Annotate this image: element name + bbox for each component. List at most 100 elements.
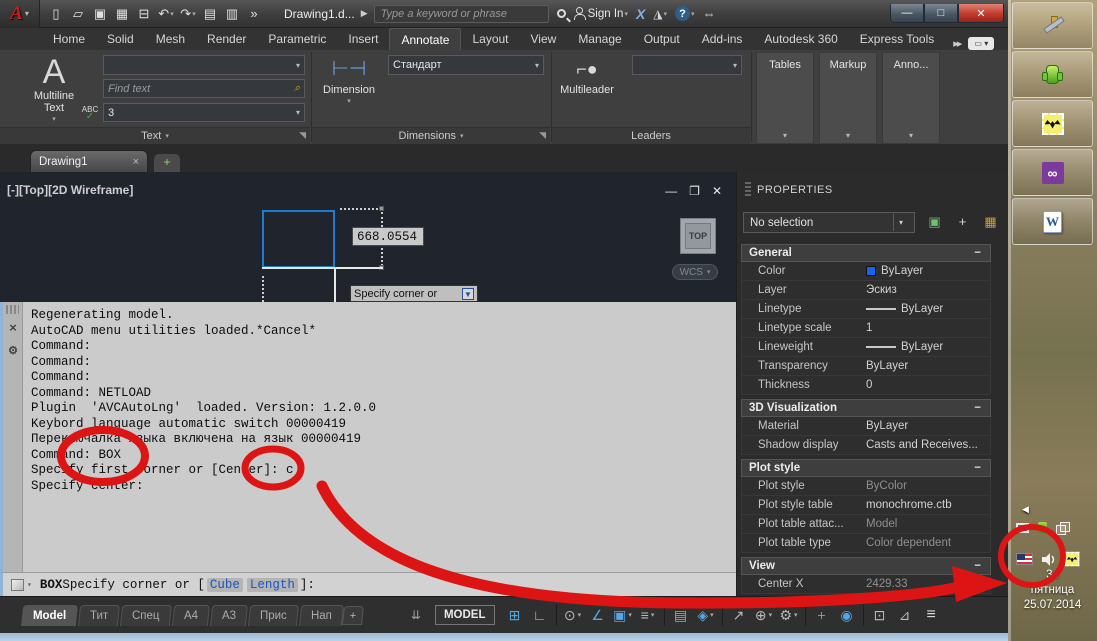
section-header-3d-visualization[interactable]: 3D Visualization− [741,399,991,417]
text-panel-footer[interactable]: Text▾ ◥ [0,127,310,144]
property-row-color[interactable]: ColorByLayer [741,262,991,281]
section-header-plot-style[interactable]: Plot style− [741,459,991,477]
viewport-controls-label[interactable]: [-][Top][2D Wireframe] [7,183,133,197]
property-row-plot-style-table[interactable]: Plot style tablemonochrome.ctb [741,496,991,515]
workspace-a-icon[interactable]: ▤ [200,4,220,24]
taskbar-button-qip[interactable] [1012,51,1093,98]
multiline-text-button[interactable]: A Multiline Text ▾ [28,54,80,123]
new-file-icon[interactable]: ▯ [46,4,66,24]
object-snap-icon[interactable]: ∠ [586,602,610,628]
file-tab-drawing1[interactable]: Drawing1 × [30,150,148,172]
crosshair-icon[interactable]: + [810,602,834,628]
dialog-launcher-icon[interactable]: ◥ [539,130,546,141]
layout-tab-model[interactable]: Model [21,605,78,626]
property-row-lineweight[interactable]: LineweightByLayer [741,338,991,357]
help-button[interactable]: ?▾ [675,6,695,21]
ribbon-tab-express-tools[interactable]: Express Tools [849,28,945,50]
collapse-icon[interactable]: − [974,462,981,474]
application-menu-button[interactable]: A ▾ [0,0,40,28]
taskbar-button-word[interactable]: W [1012,198,1093,245]
layout-tab-прис[interactable]: Прис [248,605,299,626]
snap-mode-icon[interactable]: ⊞ [503,602,527,628]
new-layout-button[interactable]: + [342,606,364,625]
customization-menu-icon[interactable]: ≡ [927,606,936,624]
model-space-button[interactable]: MODEL [435,605,495,625]
property-row-transparency[interactable]: TransparencyByLayer [741,357,991,376]
save-icon[interactable]: ▣ [90,4,110,24]
layout-overflow-icon[interactable]: ⇊ [411,608,421,622]
ribbon-tab-output[interactable]: Output [633,28,691,50]
redo-icon[interactable]: ↷▾ [178,4,198,24]
command-option-cube[interactable]: Cube [207,578,243,592]
search-icon[interactable] [557,9,566,18]
panel-markup[interactable]: Markup▾ [819,52,877,144]
layout-tab-а4[interactable]: А4 [172,605,210,626]
ribbon-tab-mesh[interactable]: Mesh [145,28,196,50]
property-row-plot-style[interactable]: Plot styleByColor [741,477,991,496]
property-row-plot-table-type[interactable]: Plot table typeColor dependent [741,534,991,553]
palette-grip-icon[interactable] [745,182,751,196]
undo-icon[interactable]: ↶▾ [156,4,176,24]
close-icon[interactable]: × [5,320,21,335]
the-bat-tray-icon[interactable] [1065,552,1079,566]
dynamic-ucs-icon[interactable]: ↗ [727,602,751,628]
dialog-launcher-icon[interactable]: ◥ [299,130,306,141]
layout-tab-а3[interactable]: А3 [210,605,248,626]
layout-tab-тит[interactable]: Тит [78,605,120,626]
command-text-window[interactable]: × ⚙ Regenerating model.AutoCAD menu util… [0,302,736,572]
new-tab-button[interactable]: + [154,154,180,172]
messenger-tray-icon[interactable] [1038,522,1047,533]
snap-marker-icon[interactable]: ▣▾ [611,602,635,628]
show-hidden-icons-chevron[interactable]: ◀ [1022,504,1029,515]
property-row-material[interactable]: MaterialByLayer [741,417,991,436]
ribbon-tab-parametric[interactable]: Parametric [257,28,337,50]
property-row-linetype-scale[interactable]: Linetype scale1 [741,319,991,338]
save-as-icon[interactable]: ▦ [112,4,132,24]
command-option-length[interactable]: Length [247,578,298,592]
ribbon-tab-view[interactable]: View [520,28,568,50]
select-objects-icon[interactable]: + [953,212,972,231]
property-row-thickness[interactable]: Thickness0 [741,376,991,395]
chevron-down-icon[interactable]: ▾ [27,580,32,590]
isometric-drafting-icon[interactable]: ▤ [669,602,693,628]
toggle-pickadd-icon[interactable]: ▣ [925,212,944,231]
ribbon-tab-add-ins[interactable]: Add-ins [691,28,754,50]
panel-tables[interactable]: Tables▾ [756,52,814,144]
customize-wrench-icon[interactable]: ⚙ [5,344,21,357]
ribbon-tab-layout[interactable]: Layout [461,28,519,50]
ribbon-tab-insert[interactable]: Insert [337,28,389,50]
text-style-combo[interactable]: ▾ [103,55,305,75]
osnap-3d-icon[interactable]: ◈▾ [694,602,718,628]
collapse-icon[interactable]: − [974,402,981,414]
ribbon-minimize-button[interactable]: ▭ ▾ [968,37,994,50]
exchange-apps-icon[interactable]: X [636,6,645,22]
leaders-panel-footer[interactable]: Leaders [552,127,750,144]
sign-in-button[interactable]: Sign In ▾ [574,8,628,20]
spell-check-icon[interactable]: ABC✓ [81,105,99,122]
property-row-linetype[interactable]: LinetypeByLayer [741,300,991,319]
ribbon-tab-home[interactable]: Home [42,28,96,50]
selection-combo[interactable]: No selection ▾ [743,212,915,233]
polar-tracking-icon[interactable]: ⊙▾ [561,602,585,628]
property-row-plot-table-attac[interactable]: Plot table attac...Model [741,515,991,534]
panel-anno[interactable]: Anno...▾ [882,52,940,144]
dimension-button[interactable]: ⊢⊣ Dimension ▾ [318,54,380,105]
dimensions-panel-footer[interactable]: Dimensions▾ ◥ [312,127,550,144]
dim-style-combo[interactable]: Стандарт▾ [388,55,544,75]
wcs-dropdown[interactable]: WCS▾ [672,264,718,280]
section-header-general[interactable]: General− [741,244,991,262]
workspace-gear-icon[interactable]: ⚙▾ [777,602,801,628]
multileader-button[interactable]: ⌐● Multileader [548,54,626,96]
taskbar-button-the-bat[interactable] [1012,100,1093,147]
collapse-icon[interactable]: − [974,247,981,259]
minimize-icon[interactable]: — [665,184,677,198]
annotation-monitor-icon[interactable]: ⊡ [868,602,892,628]
isolate-objects-icon[interactable]: ◉ [835,602,859,628]
qat-overflow-icon[interactable]: » [244,4,264,24]
property-row-layer[interactable]: LayerЭскиз [741,281,991,300]
speaker-icon[interactable] [1042,553,1056,566]
ribbon-tab-autodesk-360[interactable]: Autodesk 360 [753,28,848,50]
keyboard-language-flag-icon[interactable] [1016,553,1033,565]
property-row-shadow-display[interactable]: Shadow displayCasts and Receives... [741,436,991,455]
command-input-line[interactable]: ▾ BOX Specify corner or [CubeLength]: [0,572,736,596]
